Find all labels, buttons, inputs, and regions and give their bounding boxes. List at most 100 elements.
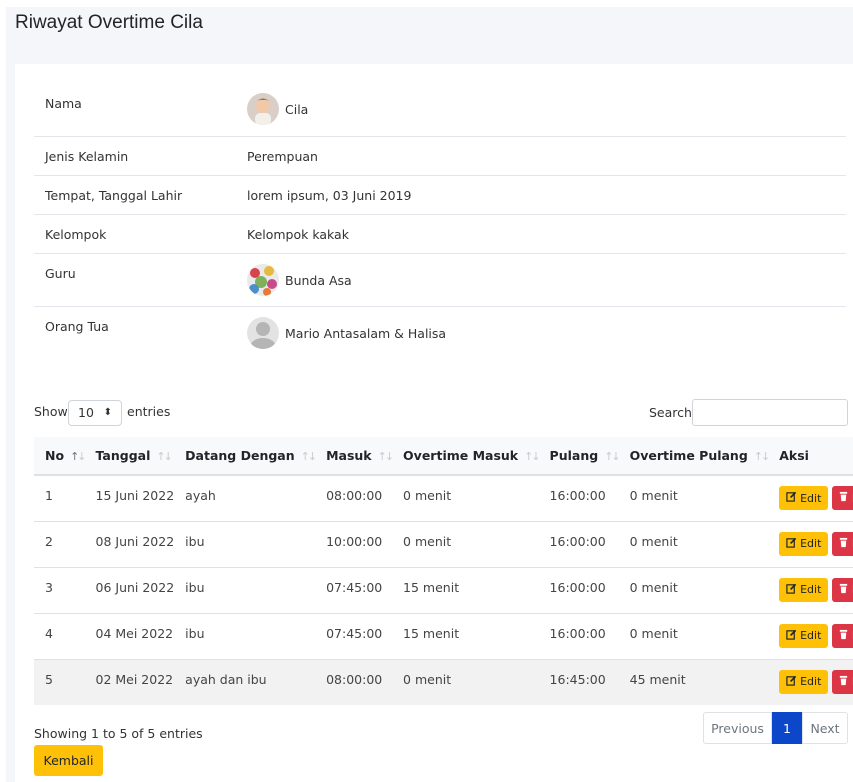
table-cell-masuk: 08:00:00	[315, 474, 393, 521]
row-actions: Edit Hapus	[779, 568, 853, 602]
entries-label: entries	[127, 404, 171, 419]
table-cell-ot-pulang: 45 menit	[618, 658, 769, 705]
edit-button[interactable]: Edit	[779, 623, 829, 648]
edit-icon	[786, 491, 797, 505]
edit-label: Edit	[800, 491, 822, 505]
teacher-avatar-icon	[247, 264, 279, 296]
table-cell-actions: Edit Hapus	[768, 612, 853, 659]
show-label: Show	[34, 404, 68, 419]
table-cell-actions: Edit Hapus	[768, 474, 853, 521]
pagination-page-1[interactable]: 1	[772, 712, 802, 744]
profile-row-nama: Nama Cila	[34, 82, 846, 137]
table-cell-datang: ayah dan ibu	[174, 658, 316, 705]
column-header-no[interactable]: No ↑↓	[34, 437, 87, 476]
trash-icon	[838, 491, 849, 505]
sort-icon: ↑↓	[156, 450, 173, 463]
table-cell-masuk: 08:00:00	[315, 658, 393, 705]
profile-value: lorem ipsum, 03 Juni 2019	[247, 188, 412, 203]
delete-button[interactable]: Hapus	[832, 623, 853, 648]
table-cell-masuk: 10:00:00	[315, 520, 393, 567]
search-label: Search:	[649, 405, 697, 420]
child-avatar-icon	[247, 93, 279, 125]
column-header-datang[interactable]: Datang Dengan ↑↓	[174, 437, 318, 476]
column-header-overtime-pulang[interactable]: Overtime Pulang ↑↓	[618, 437, 770, 476]
profile-label: Tempat, Tanggal Lahir	[45, 188, 183, 203]
column-header-aksi[interactable]: Aksi↑↓	[768, 437, 853, 476]
sort-icon: ↑↓	[604, 450, 621, 463]
profile-row-group: Kelompok Kelompok kakak	[34, 215, 846, 254]
table-cell-no: 2	[34, 520, 85, 567]
column-header-overtime-masuk[interactable]: Overtime Masuk ↑↓	[392, 437, 541, 476]
edit-button[interactable]: Edit	[779, 669, 829, 694]
profile-row-gender: Jenis Kelamin Perempuan	[34, 137, 846, 176]
edit-icon	[786, 583, 797, 597]
delete-button[interactable]: Hapus	[832, 486, 853, 510]
pagination-next[interactable]: Next	[802, 712, 848, 744]
profile-value: Bunda Asa	[247, 264, 352, 296]
edit-label: Edit	[800, 537, 822, 550]
table-cell-pulang: 16:00:00	[538, 520, 619, 567]
back-button[interactable]: Kembali	[34, 745, 103, 776]
table-cell-ot-pulang: 0 menit	[618, 520, 769, 567]
column-header-pulang[interactable]: Pulang ↑↓	[538, 437, 621, 476]
column-header-masuk[interactable]: Masuk ↑↓	[315, 437, 394, 476]
table-row: 2 08 Juni 2022 ibu 10:00:00 0 menit 16:00:00 0…	[34, 520, 853, 567]
table-row: 4 04 Mei 2022 ibu 07:45:00 15 menit 16:00:00 0…	[34, 612, 853, 659]
datatable-controls: Show 10 ⬍ entries Search:	[34, 398, 848, 428]
table-cell-ot-masuk: 15 menit	[392, 566, 539, 613]
profile-value: Cila	[247, 93, 308, 125]
delete-button[interactable]: Hapus	[832, 577, 853, 602]
row-actions: Edit Hapus	[779, 476, 853, 510]
table-cell-pulang: 16:00:00	[538, 474, 619, 521]
table-cell-tanggal: 15 Juni 2022	[84, 474, 175, 521]
teacher-name: Bunda Asa	[285, 272, 352, 288]
row-actions: Edit Hapus	[779, 614, 853, 648]
table-cell-ot-masuk: 15 menit	[392, 612, 539, 659]
row-actions: Edit Hapus	[779, 660, 853, 694]
table-body: 1 15 Juni 2022 ayah 08:00:00 0 menit 16:00:00…	[34, 474, 853, 705]
table-cell-no: 3	[34, 566, 85, 613]
table-cell-datang: ibu	[174, 520, 316, 567]
profile-label: Guru	[45, 266, 76, 281]
table-cell-ot-masuk: 0 menit	[392, 520, 539, 567]
table-cell-ot-masuk: 0 menit	[392, 474, 539, 521]
table-cell-tanggal: 02 Mei 2022	[84, 658, 175, 705]
edit-button[interactable]: Edit	[779, 531, 829, 556]
pagination: Previous 1 Next	[703, 712, 848, 744]
table-cell-datang: ibu	[174, 566, 316, 613]
edit-icon	[786, 629, 797, 643]
edit-button[interactable]: Edit	[779, 577, 829, 602]
entries-length-select[interactable]: 10 ⬍	[68, 400, 122, 426]
table-cell-no: 1	[34, 474, 85, 521]
edit-icon	[786, 675, 797, 689]
sort-icon: ↑↓	[300, 450, 318, 463]
table-cell-pulang: 16:00:00	[538, 612, 619, 659]
table-cell-datang: ibu	[174, 612, 316, 659]
table-row: 3 06 Juni 2022 ibu 07:45:00 15 menit 16:00:00…	[34, 566, 853, 613]
search-input[interactable]	[692, 399, 848, 426]
profile-value: Kelompok kakak	[247, 227, 349, 242]
page-title: Riwayat Overtime Cila	[15, 12, 203, 33]
delete-button[interactable]: Hapus	[832, 531, 853, 556]
entries-length-value: 10	[78, 405, 94, 420]
sort-icon: ↑↓	[524, 450, 541, 463]
sort-icon: ↑↓	[70, 450, 87, 463]
profile-table: Nama Cila Jenis Kelamin Perempuan Tempat…	[34, 82, 846, 360]
profile-value: Mario Antasalam & Halisa	[247, 317, 446, 349]
profile-label: Kelompok	[45, 227, 107, 242]
table-cell-no: 4	[34, 612, 85, 659]
table-cell-masuk: 07:45:00	[315, 566, 393, 613]
edit-button[interactable]: Edit	[779, 486, 829, 510]
trash-icon	[838, 537, 849, 551]
parents-name: Mario Antasalam & Halisa	[285, 325, 447, 341]
profile-row-teacher: Guru Bunda Asa	[34, 254, 846, 307]
table-row: 1 15 Juni 2022 ayah 08:00:00 0 menit 16:00:00…	[34, 474, 853, 521]
delete-button[interactable]: Hapus	[832, 669, 853, 694]
pagination-previous[interactable]: Previous	[703, 712, 772, 744]
child-name: Cila	[285, 101, 309, 117]
table-cell-datang: ayah	[174, 474, 316, 521]
column-header-tanggal[interactable]: Tanggal ↑↓	[84, 437, 175, 476]
trash-icon	[838, 583, 849, 597]
row-actions: Edit Hapus	[779, 522, 853, 556]
sort-select-icon: ⬍	[103, 407, 112, 418]
